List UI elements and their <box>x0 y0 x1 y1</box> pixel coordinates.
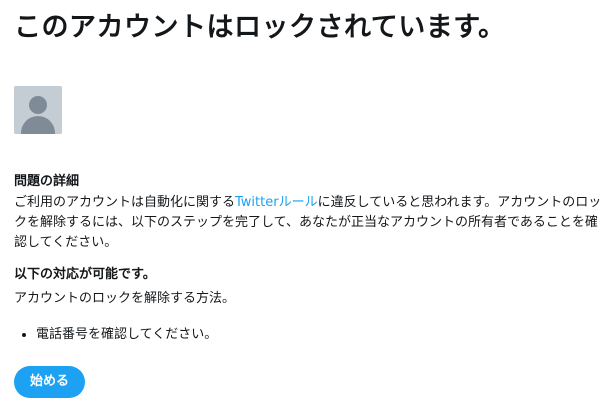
problem-details-heading: 問題の詳細 <box>14 174 80 189</box>
avatar-head-shape <box>29 96 47 114</box>
account-card <box>14 86 74 134</box>
unlock-method-description: アカウントのロックを解除する方法。 <box>14 291 236 306</box>
locked-account-page: このアカウントはロックされています。 問題の詳細 ご利用のアカウントは自動化に関… <box>0 0 616 411</box>
avatar-body-shape <box>21 116 55 134</box>
twitter-rules-link[interactable]: Twitterルール <box>235 195 318 210</box>
available-actions-heading: 以下の対応が可能です。 <box>14 267 156 282</box>
unlock-steps-list: 電話番号を確認してください。 <box>14 325 217 345</box>
page-title: このアカウントはロックされています。 <box>14 12 506 43</box>
problem-text-before-link: ご利用のアカウントは自動化に関する <box>14 195 236 210</box>
problem-details-text: ご利用のアカウントは自動化に関するTwitterルールに違反していると思われます… <box>14 193 606 253</box>
default-avatar-icon <box>14 86 62 134</box>
start-button[interactable]: 始める <box>14 366 86 398</box>
list-item: 電話番号を確認してください。 <box>36 325 217 345</box>
